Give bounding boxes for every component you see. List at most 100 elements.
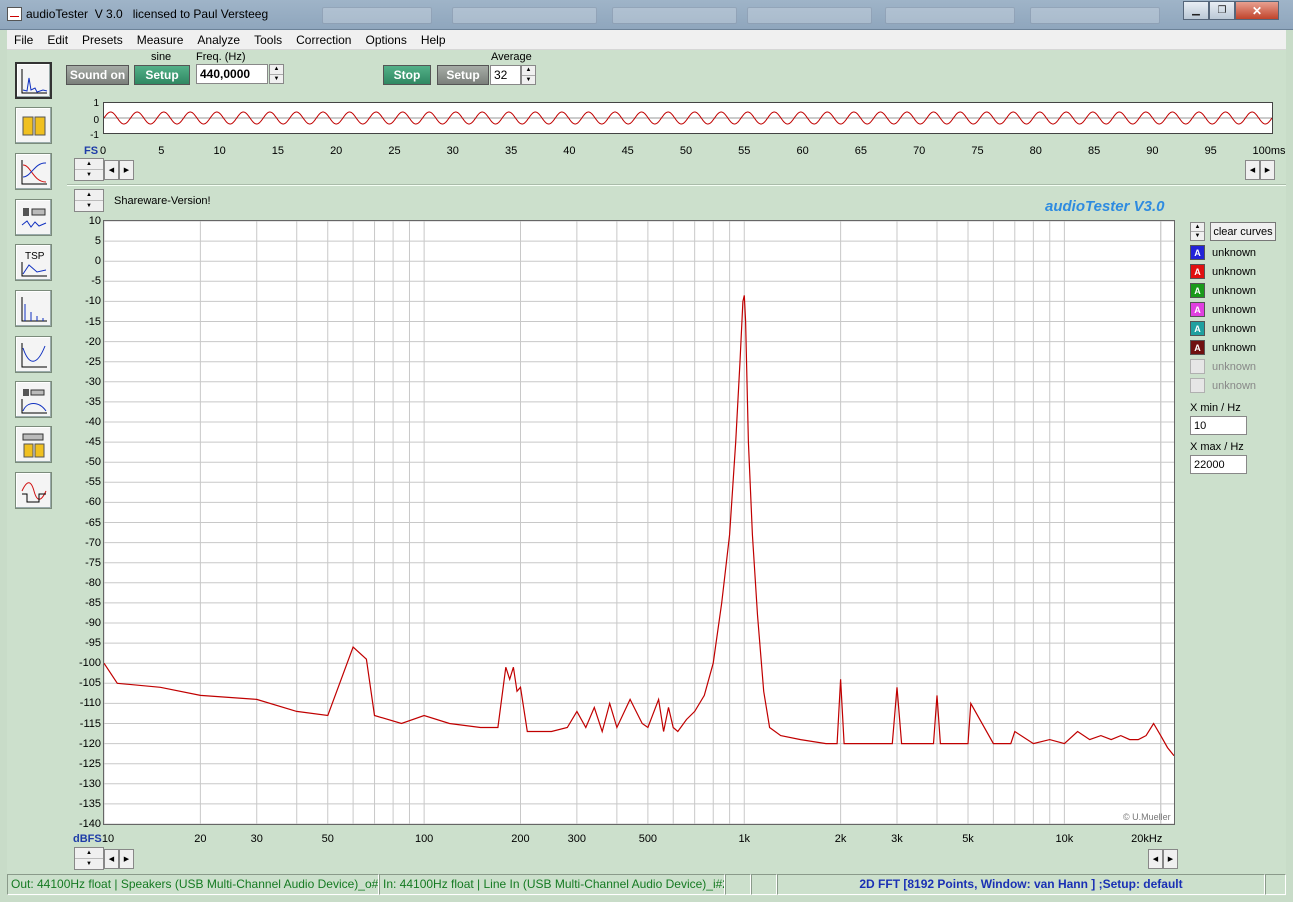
up-arrow-icon[interactable]: ▲ [522,66,535,75]
plug-tool[interactable] [15,426,52,463]
xmin-input[interactable] [1190,416,1247,435]
down-arrow-icon[interactable]: ▼ [75,200,103,211]
impedance-tool[interactable] [15,336,52,373]
up-arrow-icon[interactable]: ▲ [1191,223,1204,231]
legend-entry[interactable]: Aunknown [1190,301,1256,318]
svg-text:TSP: TSP [25,251,45,262]
fft-scroll-left-icon[interactable]: ◀ [104,849,119,869]
menu-correction[interactable]: Correction [289,30,358,50]
average-input[interactable] [490,65,521,85]
frequency-response-tool[interactable] [15,153,52,190]
down-arrow-icon[interactable]: ▼ [75,858,103,869]
curve-color-swatch[interactable]: A [1190,264,1205,279]
fft-zoom-right-icon[interactable]: ▶ [1163,849,1178,869]
menu-file[interactable]: File [7,30,40,50]
resize-grip[interactable] [1265,874,1286,895]
menu-analyze[interactable]: Analyze [190,30,247,50]
background-window-tab [1030,7,1160,24]
osc-zoom-right-icon[interactable]: ▶ [1260,160,1275,180]
osc-zoom-left-icon[interactable]: ◀ [1245,160,1260,180]
speaker-measure-tool[interactable] [15,199,52,236]
generator-setup-button[interactable]: Setup [134,65,190,85]
fft-spectrum-tool[interactable] [15,62,52,99]
fft-x-tick-label: 20kHz [1131,833,1163,845]
down-arrow-icon[interactable]: ▼ [1191,231,1204,240]
brand-label: audioTester V3.0 [1045,198,1165,215]
legend-label: unknown [1212,341,1257,354]
curve-color-swatch[interactable]: A [1190,283,1205,298]
up-arrow-icon[interactable]: ▲ [75,159,103,169]
waveform-tool[interactable] [15,472,52,509]
legend-entry[interactable]: Aunknown [1190,244,1256,261]
up-arrow-icon[interactable]: ▲ [75,190,103,200]
curve-color-swatch[interactable]: A [1190,340,1205,355]
average-stepper[interactable]: ▲ ▼ [521,65,536,85]
down-arrow-icon[interactable]: ▼ [522,74,535,85]
menu-tools[interactable]: Tools [247,30,289,50]
fft-x-scale-stepper[interactable]: ▲ ▼ [74,847,104,870]
fft-y-tick-label: -35 [85,395,101,408]
curve-color-swatch[interactable] [1190,378,1205,393]
maximize-icon[interactable]: ❐ [1209,1,1235,20]
frequency-stepper[interactable]: ▲ ▼ [269,64,284,84]
fft-y-tick-label: 0 [94,255,101,268]
osc-x-tick-label: 45 [621,145,634,157]
close-icon[interactable]: ✕ [1235,1,1279,20]
curve-color-swatch[interactable]: A [1190,245,1205,260]
analyzer-setup-button[interactable]: Setup [437,65,489,85]
down-arrow-icon[interactable]: ▼ [270,73,283,84]
clear-curves-button[interactable]: clear curves [1210,222,1276,241]
oscilloscope-plot[interactable] [103,102,1273,134]
osc-x-tick-label: 70 [913,145,926,157]
legend-entry[interactable]: unknown [1190,377,1256,394]
osc-scroll-right-icon[interactable]: ▶ [119,160,134,180]
fft-y-scale-stepper[interactable]: ▲ ▼ [74,189,104,212]
fft-y-tick-label: -55 [85,476,101,489]
legend-label: unknown [1212,265,1257,278]
frequency-input[interactable] [196,64,268,84]
tsp-tool[interactable]: TSP [15,244,52,281]
osc-scroll-left-icon[interactable]: ◀ [104,160,119,180]
fft-zoom-left-icon[interactable]: ◀ [1148,849,1163,869]
legend-entry[interactable]: Aunknown [1190,339,1256,356]
fft-scroll-right-icon[interactable]: ▶ [119,849,134,869]
curve-color-swatch[interactable]: A [1190,321,1205,336]
menu-help[interactable]: Help [414,30,453,50]
generator-tool[interactable] [15,107,52,144]
menu-presets[interactable]: Presets [75,30,130,50]
osc-x-tick-label: 10 [213,145,226,157]
fft-y-tick-label: -70 [85,536,101,549]
menu-options[interactable]: Options [358,30,413,50]
legend-entry[interactable]: Aunknown [1190,320,1256,337]
up-arrow-icon[interactable]: ▲ [270,65,283,74]
fft-plot[interactable] [103,220,1175,825]
down-arrow-icon[interactable]: ▼ [75,169,103,180]
average-label: Average [491,51,532,63]
sound-on-button[interactable]: Sound on [66,65,129,85]
background-window-tab [452,7,597,24]
osc-y-scale-stepper[interactable]: ▲ ▼ [74,158,104,181]
curve-color-swatch[interactable]: A [1190,302,1205,317]
legend-label: unknown [1212,360,1257,373]
legend-entry[interactable]: unknown [1190,358,1256,375]
legend-stepper[interactable]: ▲ ▼ [1190,222,1205,241]
oscilloscope-trace [104,111,1272,125]
fft-x-tick-label: 20 [194,833,207,845]
menu-measure[interactable]: Measure [130,30,191,50]
title-bar: audioTester V 3.0 licensed to Paul Verst… [0,0,1293,30]
up-arrow-icon[interactable]: ▲ [75,848,103,858]
legend-entry[interactable]: Aunknown [1190,282,1256,299]
stop-button[interactable]: Stop [383,65,431,85]
fft-y-tick-label: -5 [91,275,101,288]
background-window-tab [885,7,1015,24]
speaker-response-tool[interactable] [15,381,52,418]
menu-edit[interactable]: Edit [40,30,75,50]
legend-label: unknown [1212,379,1257,392]
harmonic-tool[interactable] [15,290,52,327]
minimize-icon[interactable]: ▁ [1183,1,1209,20]
osc-x-tick-label: 0 [99,145,107,157]
legend-entry[interactable]: Aunknown [1190,263,1256,280]
generator-icon [22,116,45,135]
curve-color-swatch[interactable] [1190,359,1205,374]
xmax-input[interactable] [1190,455,1247,474]
